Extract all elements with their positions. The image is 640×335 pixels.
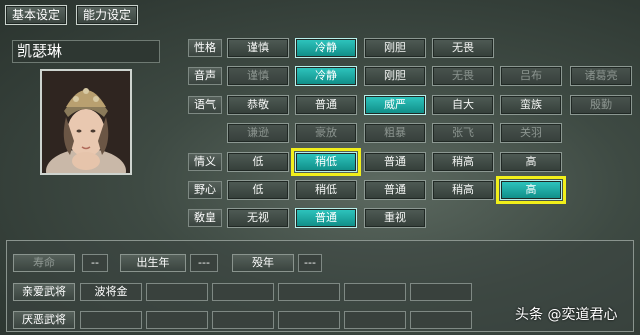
option-button: 谦逊 [227,123,289,143]
option-button[interactable]: 威严 [364,95,426,115]
option-button[interactable]: 冷静 [295,66,357,86]
option-button[interactable]: 普通 [364,180,426,200]
birth-year-label: 出生年 [120,254,186,272]
option-button[interactable]: 稍低 [295,180,357,200]
option-button: 张飞 [432,123,494,143]
general-name: 凯瑟琳 [12,40,160,63]
option-button[interactable]: 低 [227,152,289,172]
option-button[interactable]: 自大 [432,95,494,115]
option-button: 诸葛亮 [570,66,632,86]
general-slot[interactable]: 波将金 [80,283,142,301]
option-button: 殷勤 [570,95,632,115]
lifespan-value: -- [82,254,108,272]
row-label: 语气 [188,96,222,114]
option-button[interactable]: 低 [227,180,289,200]
disliked-generals-label: 厌恶武将 [13,311,75,329]
option-button[interactable]: 恭敬 [227,95,289,115]
option-button: 无畏 [432,66,494,86]
option-button: 豪放 [295,123,357,143]
option-button: 谨慎 [227,66,289,86]
option-button[interactable]: 冷静 [295,38,357,58]
option-button[interactable]: 重视 [364,208,426,228]
option-button[interactable]: 无畏 [432,38,494,58]
option-button[interactable]: 高 [500,152,562,172]
row-label: 性格 [188,39,222,57]
general-slot[interactable] [344,283,406,301]
watermark-text: 头条 @奕道君心 [515,307,618,323]
option-button[interactable]: 高 [496,176,566,204]
favorite-generals-label: 亲爱武将 [13,283,75,301]
option-button: 关羽 [500,123,562,143]
general-slot[interactable] [410,283,472,301]
general-slot[interactable] [146,283,208,301]
option-button[interactable]: 普通 [295,95,357,115]
option-button[interactable]: 刚胆 [364,66,426,86]
option-button: 粗暴 [364,123,426,143]
death-year-label: 殁年 [232,254,294,272]
option-button[interactable]: 稍低 [291,148,361,176]
option-button: 吕布 [500,66,562,86]
row-label: 音声 [188,67,222,85]
option-button[interactable]: 稍高 [432,152,494,172]
row-label: 野心 [188,181,222,199]
option-button[interactable]: 稍高 [432,180,494,200]
general-slot[interactable] [80,311,142,329]
general-slot[interactable] [410,311,472,329]
option-button[interactable]: 无视 [227,208,289,228]
option-button[interactable]: 谨慎 [227,38,289,58]
option-button[interactable]: 普通 [295,208,357,228]
portrait-image [42,71,130,173]
general-slot[interactable] [212,283,274,301]
lifespan-button[interactable]: 寿命 [13,254,75,272]
death-year-value[interactable]: --- [298,254,322,272]
general-portrait [40,69,132,175]
tab-basic-settings[interactable]: 基本设定 [5,5,67,25]
row-label: 敎皇 [188,209,222,227]
general-slot[interactable] [278,283,340,301]
general-slot[interactable] [212,311,274,329]
option-button[interactable]: 普通 [364,152,426,172]
general-slot[interactable] [146,311,208,329]
birth-year-value[interactable]: --- [190,254,218,272]
option-button[interactable]: 刚胆 [364,38,426,58]
option-button[interactable]: 蛮族 [500,95,562,115]
general-slot[interactable] [278,311,340,329]
tab-ability-settings[interactable]: 能力设定 [76,5,138,25]
general-slot[interactable] [344,311,406,329]
row-label: 情义 [188,153,222,171]
